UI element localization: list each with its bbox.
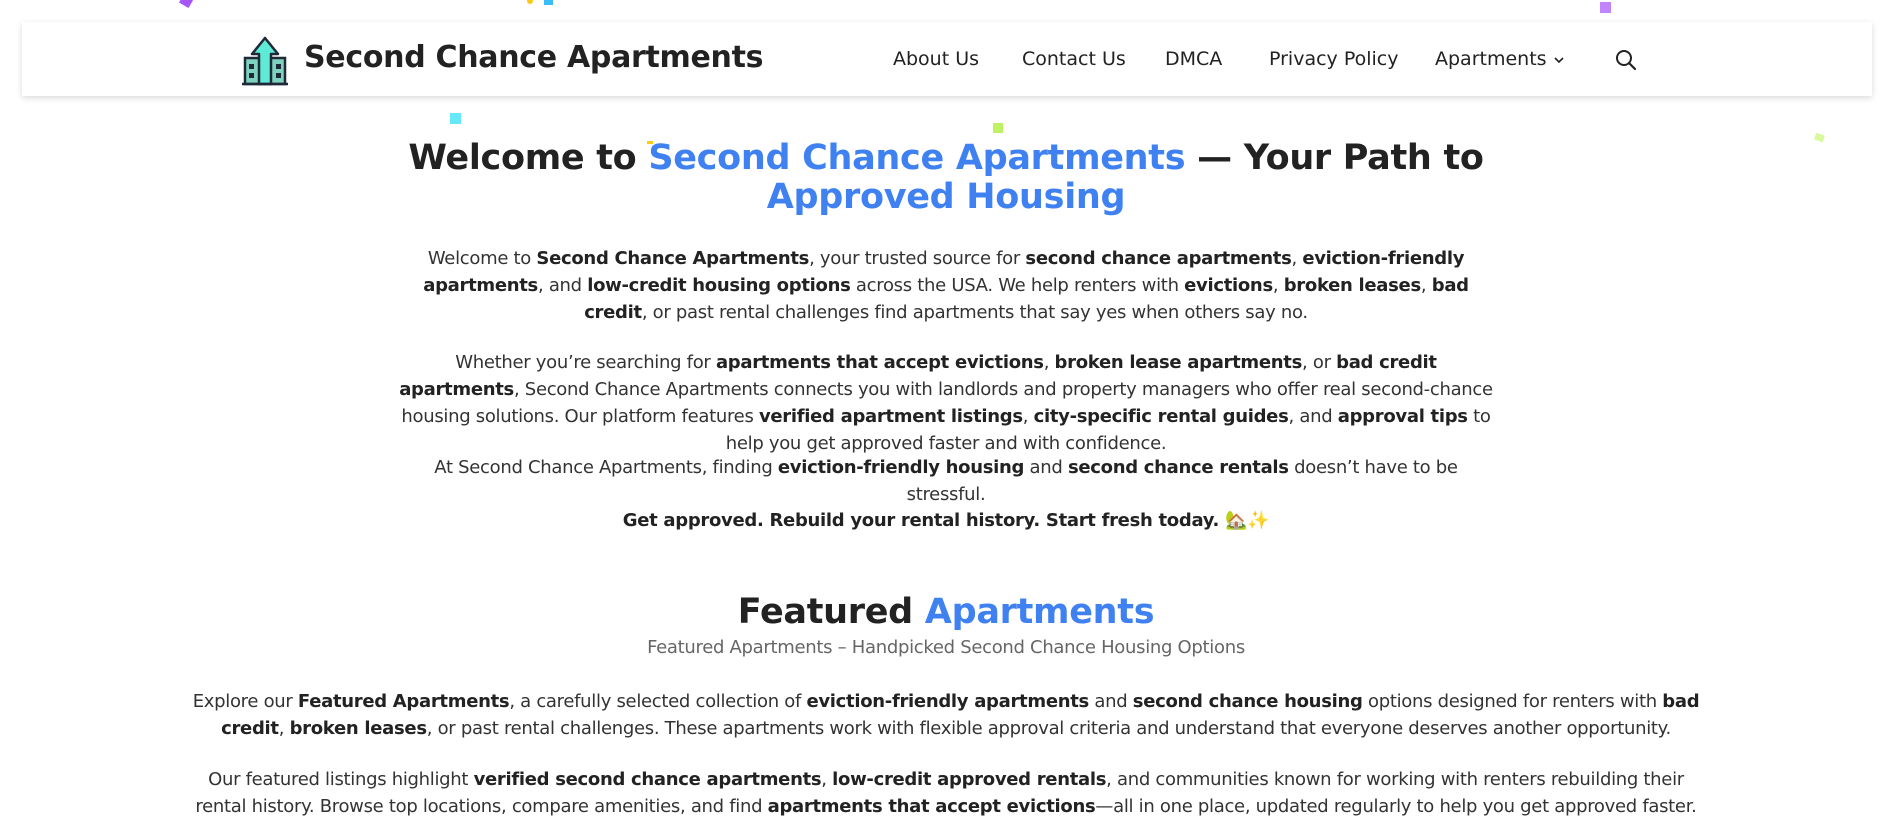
site-header: Second Chance Apartments About Us Contac… xyxy=(22,22,1872,96)
stress-free-paragraph: At Second Chance Apartments, finding evi… xyxy=(434,457,1458,505)
nav-privacy-policy[interactable]: Privacy Policy xyxy=(1269,48,1398,70)
featured-subtitle: Featured Apartments – Handpicked Second … xyxy=(647,637,1245,658)
confetti-piece xyxy=(178,0,195,9)
confetti-piece xyxy=(527,0,533,4)
tagline: Get approved. Rebuild your rental histor… xyxy=(622,510,1270,531)
house-sparkle-emoji: 🏡✨ xyxy=(1225,510,1270,531)
featured-title: Featured Apartments xyxy=(737,592,1155,632)
confetti-piece xyxy=(450,113,461,124)
featured-intro-paragraph: Explore our Featured Apartments, a caref… xyxy=(192,691,1700,739)
chevron-down-icon[interactable] xyxy=(1552,53,1566,67)
intro-paragraph: Welcome to Second Chance Apartments, you… xyxy=(423,248,1469,323)
search-icon[interactable] xyxy=(1615,49,1637,71)
confetti-piece xyxy=(1600,2,1611,13)
confetti-piece xyxy=(544,0,553,5)
site-title[interactable]: Second Chance Apartments xyxy=(304,40,764,75)
nav-about-us[interactable]: About Us xyxy=(893,48,979,70)
confetti-piece xyxy=(993,123,1003,133)
featured-listings-paragraph: Our featured listings highlight verified… xyxy=(195,769,1697,817)
nav-dmca[interactable]: DMCA xyxy=(1165,48,1222,70)
apartment-arrow-up-icon[interactable] xyxy=(240,36,290,86)
search-paragraph: Whether you’re searching for apartments … xyxy=(399,352,1493,454)
confetti-piece xyxy=(1814,132,1825,143)
nav-apartments[interactable]: Apartments xyxy=(1435,48,1547,70)
hero-title: Welcome to Second Chance Apartments — Yo… xyxy=(408,138,1484,217)
nav-contact-us[interactable]: Contact Us xyxy=(1022,48,1126,70)
